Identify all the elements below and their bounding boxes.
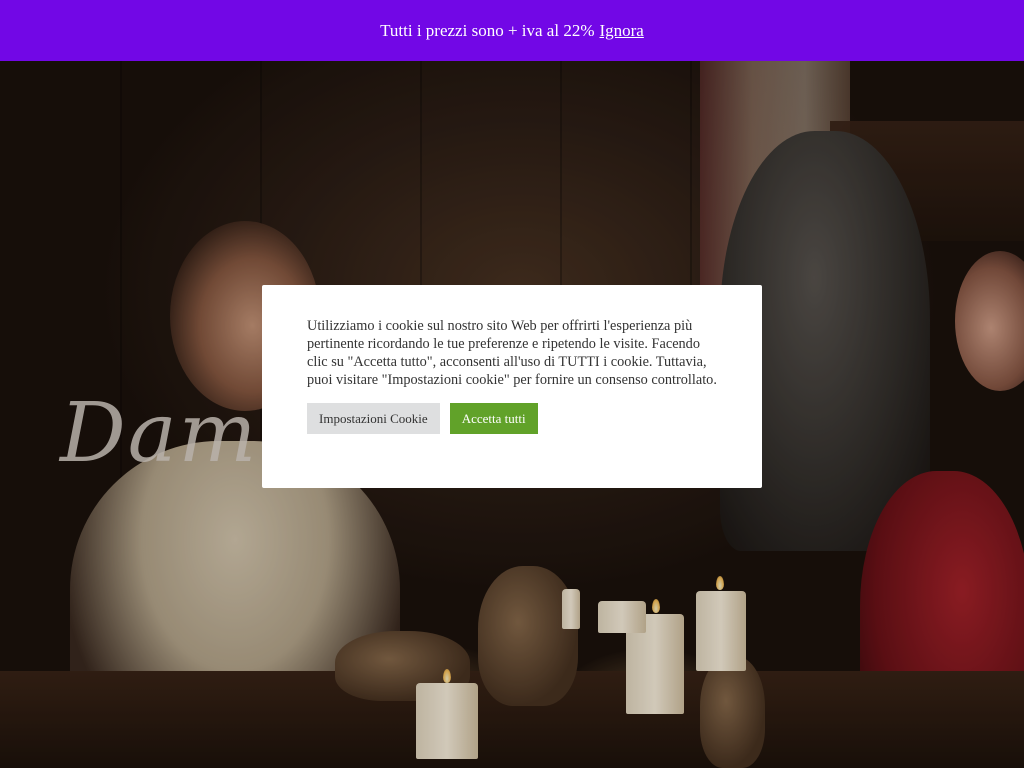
cookie-consent-actions: Impostazioni Cookie Accetta tutti xyxy=(307,403,717,434)
store-notice-bar: Tutti i prezzi sono + iva al 22% Ignora xyxy=(0,0,1024,61)
cookie-settings-button[interactable]: Impostazioni Cookie xyxy=(307,403,440,434)
cookie-consent-message: Utilizziamo i cookie sul nostro sito Web… xyxy=(307,318,717,388)
cookie-consent-dialog: Utilizziamo i cookie sul nostro sito Web… xyxy=(262,285,762,488)
store-notice-text: Tutti i prezzi sono + iva al 22% xyxy=(380,20,595,40)
accept-all-cookies-button[interactable]: Accetta tutti xyxy=(449,403,538,434)
store-notice-dismiss-link[interactable]: Ignora xyxy=(599,21,643,41)
